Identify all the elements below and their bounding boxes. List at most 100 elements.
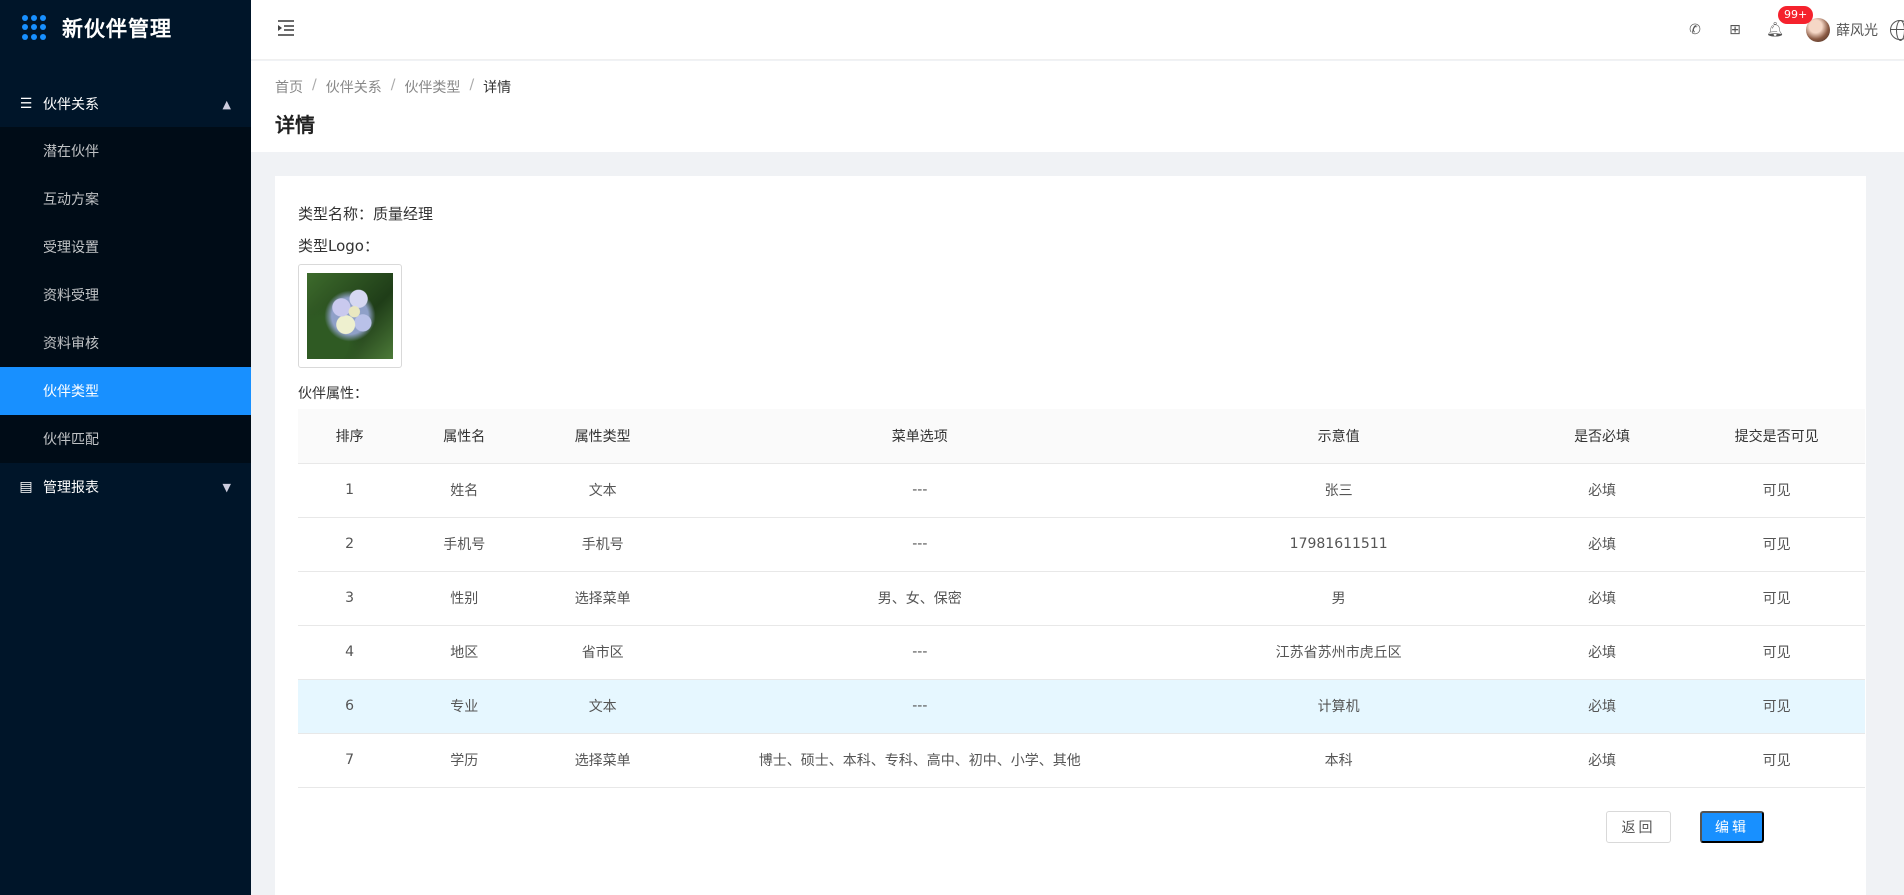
notification-badge: 99+ xyxy=(1778,6,1814,24)
globe-icon[interactable] xyxy=(1890,20,1904,41)
grid-logo-icon xyxy=(22,14,48,41)
cell-visible: 可见 xyxy=(1688,571,1865,626)
col-header-attr-type: 属性类型 xyxy=(527,409,679,464)
cell-required: 必填 xyxy=(1515,517,1689,572)
sidebar-group-label: 管理报表 xyxy=(43,480,99,496)
cell-visible: 可见 xyxy=(1688,463,1865,518)
type-logo-label: 类型Logo： xyxy=(298,237,379,255)
col-header-menu-options: 菜单选项 xyxy=(678,409,1162,464)
app-title: 新伙伴管理 xyxy=(62,16,172,41)
breadcrumb-separator: / xyxy=(312,77,317,93)
cell-attr-name: 专业 xyxy=(401,679,528,734)
cell-required: 必填 xyxy=(1515,463,1689,518)
detail-card: 类型名称：质量经理 类型Logo： 伙伴属性： 排序 属性名 属性类型 菜单选项… xyxy=(275,176,1866,895)
cell-sample-value: 计算机 xyxy=(1161,679,1516,734)
cell-required: 必填 xyxy=(1515,679,1689,734)
back-button[interactable]: 返回 xyxy=(1606,811,1671,843)
sidebar-item-acceptance-settings[interactable]: 受理设置 xyxy=(0,223,251,271)
cell-sample-value: 男 xyxy=(1161,571,1516,626)
cell-attr-name: 地区 xyxy=(401,625,528,680)
cell-order: 2 xyxy=(298,517,402,572)
app-logo[interactable]: 新伙伴管理 xyxy=(0,0,251,55)
sidebar-item-partner-types[interactable]: 伙伴类型 xyxy=(0,367,251,415)
sidebar-group-partner-relations[interactable]: ☰ 伙伴关系 ▲ xyxy=(0,81,251,127)
breadcrumb-separator: / xyxy=(469,77,475,93)
cell-required: 必填 xyxy=(1515,625,1689,680)
cell-attr-name: 手机号 xyxy=(401,517,528,572)
cell-visible: 可见 xyxy=(1688,625,1865,680)
sidebar-submenu: 潜在伙伴 互动方案 受理设置 资料受理 资料审核 伙伴类型 伙伴匹配 xyxy=(0,127,251,463)
col-header-visible: 提交是否可见 xyxy=(1688,409,1865,464)
cell-order: 7 xyxy=(298,733,402,788)
phone-icon[interactable]: ✆ xyxy=(1686,21,1704,39)
cell-attr-name: 学历 xyxy=(401,733,528,788)
breadcrumb-home[interactable]: 首页 xyxy=(275,77,303,97)
breadcrumb-current: 详情 xyxy=(483,80,512,96)
page-title: 详情 xyxy=(275,113,315,137)
cell-attr-type: 文本 xyxy=(527,679,679,734)
cell-menu-options: --- xyxy=(678,679,1162,734)
cell-visible: 可见 xyxy=(1688,679,1865,734)
table-header-row: 排序 属性名 属性类型 菜单选项 示意值 是否必填 提交是否可见 xyxy=(298,409,1865,464)
cell-attr-type: 文本 xyxy=(527,463,679,518)
cell-menu-options: --- xyxy=(678,463,1162,518)
cell-attr-type: 选择菜单 xyxy=(527,733,679,788)
user-name[interactable]: 薛风光 xyxy=(1836,20,1878,40)
cell-attr-type: 省市区 xyxy=(527,625,679,680)
cell-order: 6 xyxy=(298,679,402,734)
cell-order: 3 xyxy=(298,571,402,626)
table-row: 1 姓名 文本 --- 张三 必填 可见 xyxy=(298,463,1865,518)
list-icon: ☰ xyxy=(19,96,33,112)
cell-order: 1 xyxy=(298,463,402,518)
sidebar-group-reports[interactable]: ▤ 管理报表 ▼ xyxy=(0,463,251,511)
breadcrumb-partner-types[interactable]: 伙伴类型 xyxy=(404,77,460,97)
top-header: ✆ ⊞ 🔔︎ 99+ 薛风光 xyxy=(251,0,1904,60)
breadcrumb: 首页 / 伙伴关系 / 伙伴类型 / 详情 xyxy=(275,77,511,97)
type-name: 类型名称：质量经理 xyxy=(298,205,434,223)
cell-required: 必填 xyxy=(1515,571,1689,626)
table-row: 2 手机号 手机号 --- 17981611511 必填 可见 xyxy=(298,517,1865,572)
table-row: 3 性别 选择菜单 男、女、保密 男 必填 可见 xyxy=(298,571,1865,626)
chevron-down-icon: ▼ xyxy=(222,480,231,494)
col-header-required: 是否必填 xyxy=(1515,409,1689,464)
sidebar-item-material-review[interactable]: 资料审核 xyxy=(0,319,251,367)
notifications-bell[interactable]: 🔔︎ 99+ xyxy=(1766,6,1814,39)
apps-grid-icon[interactable]: ⊞ xyxy=(1726,21,1744,39)
sidebar: 新伙伴管理 ☰ 伙伴关系 ▲ 潜在伙伴 互动方案 受理设置 资料受理 资料审核 … xyxy=(0,0,251,895)
breadcrumb-separator: / xyxy=(390,77,396,93)
table-row: 7 学历 选择菜单 博士、硕士、本科、专科、高中、初中、小学、其他 本科 必填 … xyxy=(298,733,1865,788)
cell-menu-options: 博士、硕士、本科、专科、高中、初中、小学、其他 xyxy=(678,733,1162,788)
cell-sample-value: 张三 xyxy=(1161,463,1516,518)
cell-attr-type: 手机号 xyxy=(527,517,679,572)
breadcrumb-partner-relations[interactable]: 伙伴关系 xyxy=(326,77,382,97)
col-header-order: 排序 xyxy=(298,409,402,464)
cell-sample-value: 17981611511 xyxy=(1161,517,1516,572)
sidebar-group-label: 伙伴关系 xyxy=(43,97,99,113)
chart-icon: ▤ xyxy=(19,479,33,495)
cell-attr-name: 姓名 xyxy=(401,463,528,518)
cell-visible: 可见 xyxy=(1688,517,1865,572)
cell-order: 4 xyxy=(298,625,402,680)
cell-attr-type: 选择菜单 xyxy=(527,571,679,626)
chevron-up-icon: ▲ xyxy=(222,97,231,111)
sidebar-item-partner-matching[interactable]: 伙伴匹配 xyxy=(0,415,251,463)
sidebar-item-material-acceptance[interactable]: 资料受理 xyxy=(0,271,251,319)
cell-menu-options: --- xyxy=(678,517,1162,572)
sidebar-item-interaction-plans[interactable]: 互动方案 xyxy=(0,175,251,223)
col-header-sample-value: 示意值 xyxy=(1161,409,1516,464)
sidebar-item-potential-partners[interactable]: 潜在伙伴 xyxy=(0,127,251,175)
partner-attributes-label: 伙伴属性： xyxy=(298,386,368,402)
table-row-hovered: 6 专业 文本 --- 计算机 必填 可见 xyxy=(298,679,1865,734)
col-header-attr-name: 属性名 xyxy=(401,409,528,464)
cell-sample-value: 本科 xyxy=(1161,733,1516,788)
menu-fold-icon[interactable] xyxy=(276,18,296,38)
cell-attr-name: 性别 xyxy=(401,571,528,626)
type-logo-image[interactable] xyxy=(298,264,402,368)
edit-button[interactable]: 编辑 xyxy=(1700,811,1764,843)
cell-visible: 可见 xyxy=(1688,733,1865,788)
table-row: 4 地区 省市区 --- 江苏省苏州市虎丘区 必填 可见 xyxy=(298,625,1865,680)
cell-menu-options: --- xyxy=(678,625,1162,680)
attributes-table: 排序 属性名 属性类型 菜单选项 示意值 是否必填 提交是否可见 1 姓名 文本… xyxy=(298,409,1865,788)
flower-image xyxy=(307,273,393,359)
cell-required: 必填 xyxy=(1515,733,1689,788)
